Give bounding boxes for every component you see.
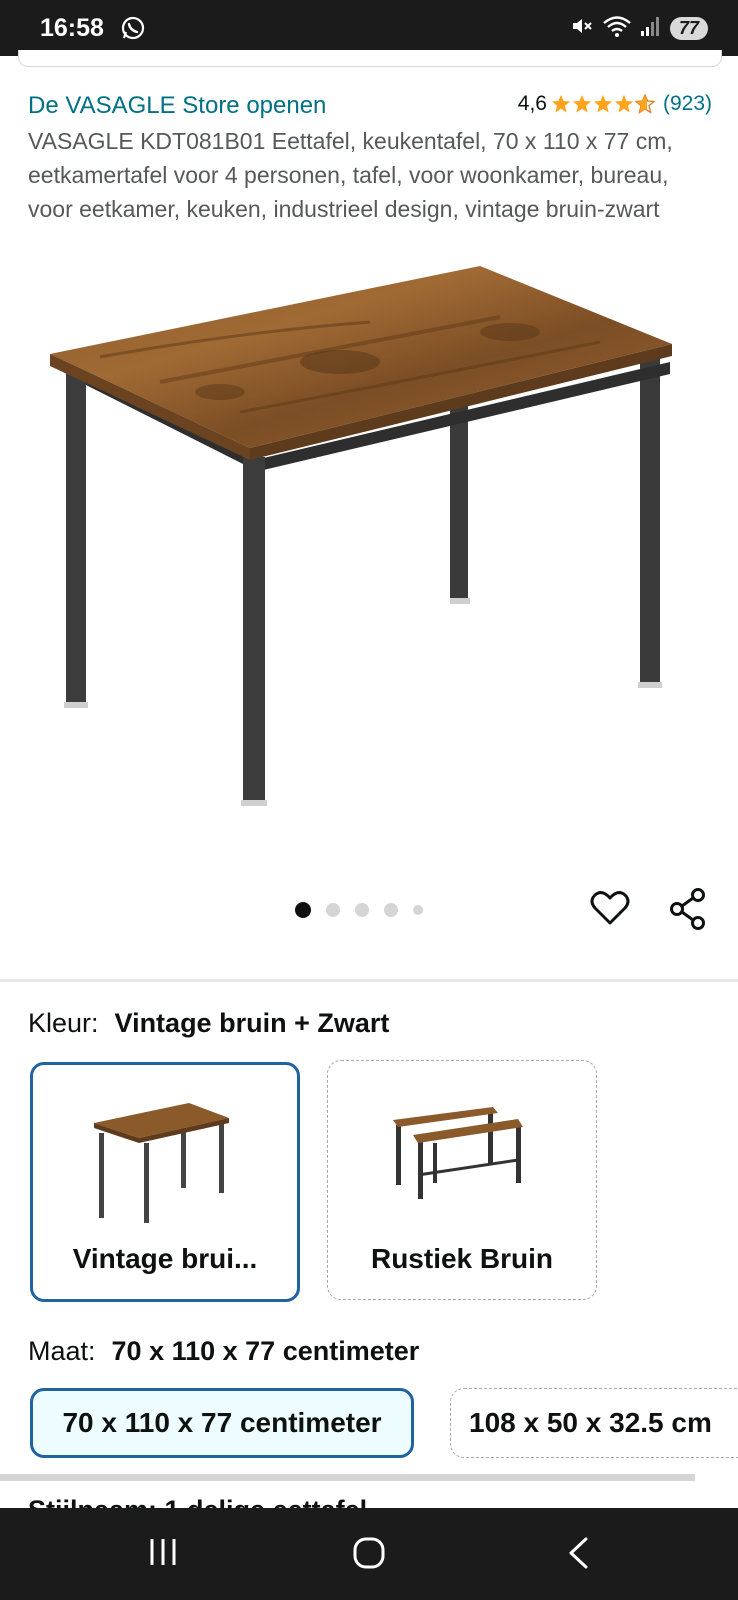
wifi-icon [602,14,632,43]
signal-icon [640,15,662,42]
variant-bench-set-image [393,1107,523,1199]
product-image[interactable] [40,262,700,822]
carousel-dot[interactable] [295,902,311,918]
color-option-label: Rustiek Bruin [370,1243,554,1274]
section-divider [0,1474,695,1481]
home-icon[interactable] [352,1536,386,1575]
whatsapp-icon [120,15,146,46]
product-title: VASAGLE KDT081B01 Eettafel, keukentafel,… [28,128,673,222]
section-divider [0,979,738,982]
variant-table-image [94,1103,229,1223]
recent-apps-icon[interactable] [148,1536,178,1573]
size-option-108x50x32[interactable]: 108 x 50 x 32.5 cm [450,1388,738,1458]
battery-indicator: 77 [669,17,708,40]
image-carousel-indicator[interactable] [295,902,423,918]
star-icon [593,95,612,113]
color-option-rustic-brown[interactable]: Rustiek Bruin [327,1060,597,1300]
size-label: Maat: [28,1336,96,1366]
star-icon [551,95,570,113]
rating-summary[interactable]: 4,6 (923) [518,92,712,116]
color-option-vintage-brown[interactable]: Vintage brui... [30,1062,300,1302]
star-rating [551,94,655,114]
carousel-dot[interactable] [413,905,423,915]
color-selected-value: Vintage bruin + Zwart [114,1008,390,1038]
size-selected-value: 70 x 110 x 77 centimeter [111,1336,420,1366]
rating-value: 4,6 [517,92,547,115]
style-name-peek: Stijlnaam: 1 delige eettafel [28,1494,367,1508]
size-selection-label: Maat: 70 x 110 x 77 centimeter [28,1336,419,1367]
carousel-dot[interactable] [384,903,398,917]
status-time: 16:58 [40,14,104,42]
wishlist-heart-icon[interactable] [590,890,630,931]
system-navigation-bar [0,1508,738,1600]
color-option-label: Vintage brui... [72,1243,258,1274]
color-label: Kleur: [28,1008,99,1038]
store-link[interactable]: De VASAGLE Store openen [28,92,326,120]
search-bar-edge [18,50,722,67]
back-icon[interactable] [566,1536,590,1575]
carousel-dot[interactable] [355,903,369,917]
half-star-icon [634,94,655,114]
size-option-70x110x77[interactable]: 70 x 110 x 77 centimeter [30,1388,414,1458]
mute-icon [570,14,594,43]
rating-count: (923) [662,92,712,115]
carousel-dot[interactable] [326,903,340,917]
star-icon [572,95,591,113]
status-bar: 16:58 77 [0,0,738,56]
share-icon[interactable] [668,888,708,935]
color-selection-label: Kleur: Vintage bruin + Zwart [28,1008,389,1039]
star-icon [614,95,633,113]
